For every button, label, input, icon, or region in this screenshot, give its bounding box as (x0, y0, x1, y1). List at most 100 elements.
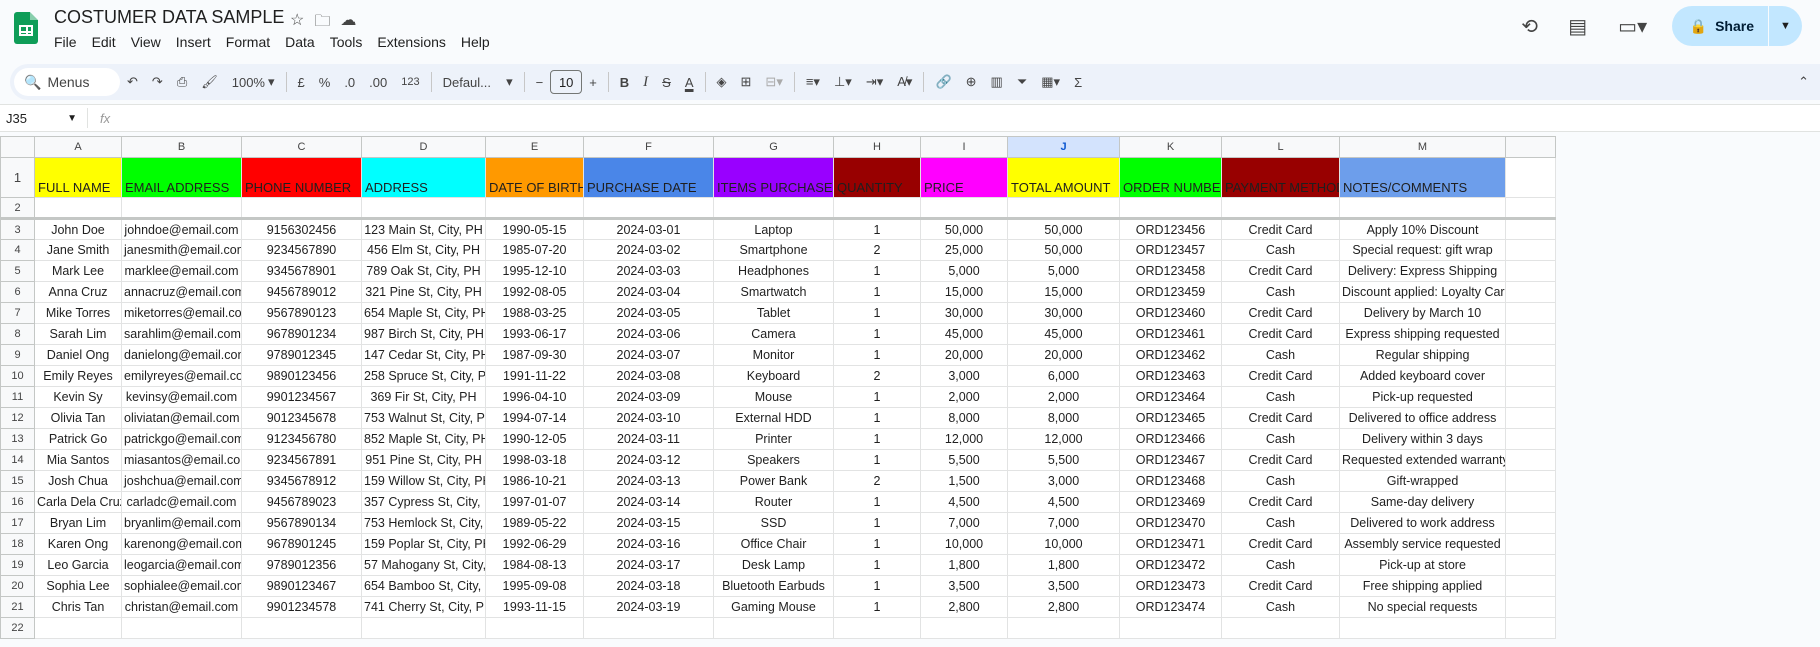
cell[interactable]: Delivery within 3 days (1339, 428, 1506, 450)
header-cell[interactable]: TOTAL AMOUNT (1007, 157, 1120, 198)
cell[interactable] (1505, 281, 1556, 303)
cell[interactable]: 1990-05-15 (485, 218, 584, 240)
cell[interactable]: Carla Dela Cruz (34, 491, 122, 513)
sheets-logo-icon[interactable] (14, 12, 38, 44)
cell[interactable]: ORD123468 (1119, 470, 1222, 492)
row-header[interactable]: 21 (0, 596, 35, 618)
cell[interactable]: ORD123463 (1119, 365, 1222, 387)
row-header[interactable]: 18 (0, 533, 35, 555)
select-all-corner[interactable] (0, 136, 35, 158)
name-box[interactable]: J35 ▼ (0, 108, 88, 128)
cell[interactable]: 9678901234 (241, 323, 362, 345)
cell[interactable] (1505, 575, 1556, 597)
cell[interactable]: Cash (1221, 428, 1340, 450)
cell[interactable]: 50,000 (1007, 218, 1120, 240)
cell[interactable]: 9678901245 (241, 533, 362, 555)
header-cell[interactable]: ORDER NUMBER (1119, 157, 1222, 198)
cell[interactable]: Printer (713, 428, 834, 450)
cell[interactable]: 1,500 (920, 470, 1008, 492)
cell[interactable]: Cash (1221, 554, 1340, 576)
strikethrough-button[interactable]: S (655, 75, 678, 90)
cell[interactable] (1505, 617, 1556, 639)
cell[interactable]: 2024-03-14 (583, 491, 714, 513)
meet-video-icon[interactable]: ▭▾ (1610, 10, 1656, 42)
row-header[interactable]: 6 (0, 281, 35, 303)
cell[interactable]: 1 (833, 533, 921, 555)
cell[interactable]: Daniel Ong (34, 344, 122, 366)
history-icon[interactable]: ⟲ (1514, 10, 1546, 42)
cell[interactable]: 5,000 (920, 260, 1008, 282)
cell[interactable] (485, 197, 584, 220)
header-cell[interactable]: QUANTITY (833, 157, 921, 198)
column-header-g[interactable]: G (713, 136, 834, 158)
cell[interactable]: 1 (833, 344, 921, 366)
cell[interactable]: Smartphone (713, 239, 834, 261)
row-header[interactable]: 8 (0, 323, 35, 345)
cell[interactable]: 6,000 (1007, 365, 1120, 387)
column-header-j[interactable]: J (1007, 136, 1120, 158)
cell[interactable]: Credit Card (1221, 575, 1340, 597)
cell[interactable] (583, 197, 714, 220)
cell[interactable]: Discount applied: Loyalty Card (1339, 281, 1506, 303)
cell[interactable]: 8,000 (920, 407, 1008, 429)
cell[interactable]: 1 (833, 323, 921, 345)
cell[interactable]: 10,000 (920, 533, 1008, 555)
cell[interactable]: Jane Smith (34, 239, 122, 261)
cell[interactable]: 2024-03-08 (583, 365, 714, 387)
cell[interactable] (1007, 197, 1120, 220)
cell[interactable] (1505, 554, 1556, 576)
cell[interactable]: 123 Main St, City, PH (361, 218, 486, 240)
cell[interactable] (1505, 596, 1556, 618)
cell[interactable]: 50,000 (1007, 239, 1120, 261)
cell[interactable]: johndoe@email.com (121, 218, 242, 240)
cell[interactable]: annacruz@email.com (121, 281, 242, 303)
cell[interactable]: Credit Card (1221, 407, 1340, 429)
cell[interactable]: patrickgo@email.com (121, 428, 242, 450)
cell[interactable]: 9345678901 (241, 260, 362, 282)
cell[interactable]: 5,500 (1007, 449, 1120, 471)
font-size-decrease-icon[interactable]: − (529, 75, 551, 90)
cell[interactable]: 1 (833, 260, 921, 282)
cell[interactable]: ORD123465 (1119, 407, 1222, 429)
cell[interactable]: 9890123467 (241, 575, 362, 597)
cell[interactable]: 1987-09-30 (485, 344, 584, 366)
cell[interactable]: Bryan Lim (34, 512, 122, 534)
more-formats-button[interactable]: 123 (394, 76, 426, 88)
cell[interactable]: 147 Cedar St, City, PH (361, 344, 486, 366)
text-color-button[interactable]: A (678, 75, 701, 90)
cell[interactable]: Anna Cruz (34, 281, 122, 303)
header-cell[interactable]: ITEMS PURCHASED (713, 157, 834, 198)
menu-format[interactable]: Format (226, 32, 277, 52)
cell[interactable]: Emily Reyes (34, 365, 122, 387)
cell[interactable] (1505, 302, 1556, 324)
cell[interactable]: 1 (833, 302, 921, 324)
row-header[interactable]: 17 (0, 512, 35, 534)
cell[interactable]: Cash (1221, 281, 1340, 303)
cell[interactable]: 5,000 (1007, 260, 1120, 282)
cell[interactable] (1505, 512, 1556, 534)
cell[interactable]: 15,000 (920, 281, 1008, 303)
cell[interactable]: 321 Pine St, City, PH (361, 281, 486, 303)
filter-icon[interactable]: ⏷ (1010, 74, 1034, 90)
cell[interactable]: Gift-wrapped (1339, 470, 1506, 492)
text-wrap-icon[interactable]: ⇥▾ (859, 74, 890, 90)
cell[interactable]: sophialee@email.com (121, 575, 242, 597)
cell[interactable]: 2024-03-05 (583, 302, 714, 324)
fill-color-icon[interactable]: ◈ (710, 74, 734, 90)
cell[interactable]: christan@email.com (121, 596, 242, 618)
cell[interactable]: 9901234567 (241, 386, 362, 408)
column-header-f[interactable]: F (583, 136, 714, 158)
cell[interactable]: ORD123461 (1119, 323, 1222, 345)
cell[interactable]: 45,000 (1007, 323, 1120, 345)
currency-format-button[interactable]: £ (291, 75, 312, 90)
cell[interactable]: 2024-03-13 (583, 470, 714, 492)
row-header[interactable]: 20 (0, 575, 35, 597)
cell[interactable]: 1,800 (1007, 554, 1120, 576)
cell[interactable]: 3,500 (920, 575, 1008, 597)
menu-tools[interactable]: Tools (330, 32, 370, 52)
cell[interactable]: Delivered to work address (1339, 512, 1506, 534)
cell[interactable]: 159 Willow St, City, PH (361, 470, 486, 492)
paint-format-icon[interactable]: 🖌 (194, 74, 225, 90)
cell[interactable]: 2 (833, 470, 921, 492)
share-dropdown-icon[interactable]: ▼ (1768, 6, 1802, 46)
